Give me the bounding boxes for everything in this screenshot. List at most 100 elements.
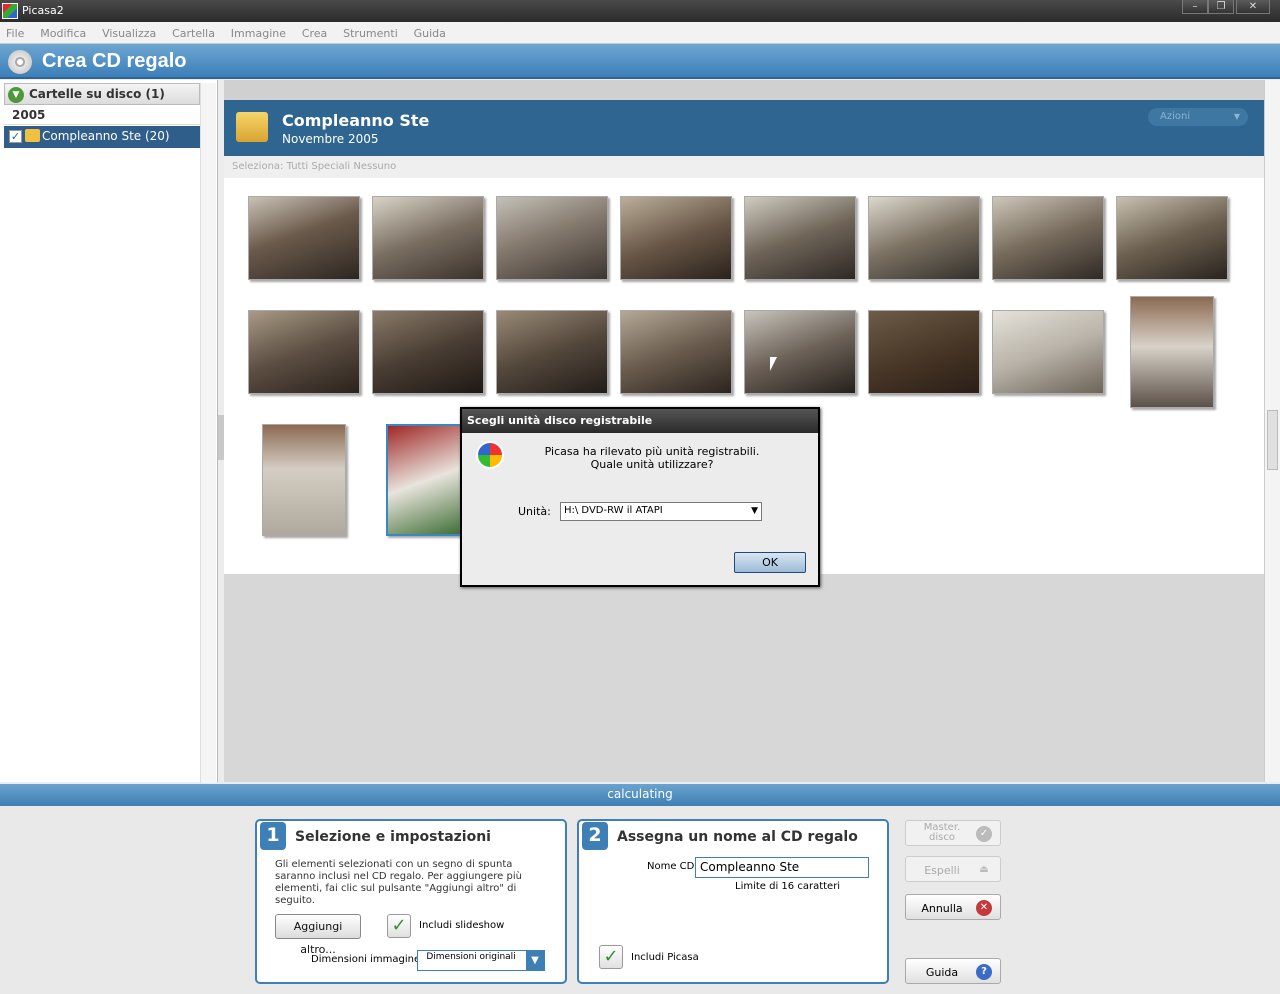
menu-bar: File Modifica Visualizza Cartella Immagi… bbox=[0, 22, 1280, 44]
menu-visualizza[interactable]: Visualizza bbox=[102, 27, 156, 40]
step2-title: Assegna un nome al CD regalo bbox=[617, 829, 858, 845]
check-icon: ✓ bbox=[976, 826, 992, 842]
step1-number: 1 bbox=[260, 822, 286, 850]
folder-header: Compleanno Ste Novembre 2005 Azioni ▼ bbox=[224, 100, 1264, 156]
eject-icon: ⏏ bbox=[979, 864, 989, 875]
folder-icon bbox=[25, 129, 40, 142]
picasa-icon bbox=[476, 441, 504, 469]
actions-dropdown[interactable]: Azioni ▼ bbox=[1148, 108, 1248, 126]
photo-thumbnail[interactable] bbox=[248, 310, 360, 394]
disk-folders-label: Cartelle su disco (1) bbox=[29, 87, 165, 101]
folder-date: Novembre 2005 bbox=[282, 132, 379, 146]
step1-title: Selezione e impostazioni bbox=[295, 829, 491, 845]
include-slideshow-checkbox[interactable]: ✓ bbox=[387, 914, 411, 938]
step1-panel: 1 Selezione e impostazioni Gli elementi … bbox=[255, 819, 567, 984]
photo-thumbnail[interactable] bbox=[744, 196, 856, 280]
cd-name-limit: Limite di 16 caratteri bbox=[735, 881, 841, 892]
photo-thumbnail[interactable] bbox=[992, 196, 1104, 280]
menu-crea[interactable]: Crea bbox=[302, 27, 327, 40]
folder-icon bbox=[236, 112, 268, 142]
photo-thumbnail[interactable] bbox=[620, 196, 732, 280]
image-size-label: Dimensioni immagine bbox=[311, 954, 421, 965]
dialog-message-line1: Picasa ha rilevato più unità registrabil… bbox=[544, 445, 760, 458]
ok-button[interactable]: OK bbox=[734, 552, 806, 573]
photo-thumbnail[interactable] bbox=[372, 310, 484, 394]
choose-drive-dialog: Scegli unità disco registrabile Picasa h… bbox=[460, 407, 820, 587]
select-all-link[interactable]: Tutti bbox=[287, 161, 309, 172]
cd-name-input[interactable]: Compleanno Ste bbox=[695, 857, 869, 878]
folder-item-compleanno-ste[interactable]: ✓ Compleanno Ste (20) bbox=[4, 126, 200, 148]
step2-panel: 2 Assegna un nome al CD regalo Nome CD C… bbox=[577, 819, 889, 984]
eject-button[interactable]: Espelli ⏏ bbox=[905, 856, 1001, 882]
picasa-logo-icon bbox=[2, 3, 18, 19]
photo-thumbnail[interactable] bbox=[744, 310, 856, 394]
selection-bar: Seleziona: Tutti Speciali Nessuno bbox=[224, 156, 1264, 178]
actions-label: Azioni bbox=[1160, 111, 1191, 122]
photo-thumbnail[interactable] bbox=[496, 196, 608, 280]
menu-immagine[interactable]: Immagine bbox=[231, 27, 286, 40]
help-button[interactable]: Guida ? bbox=[905, 958, 1001, 984]
folder-checkbox[interactable]: ✓ bbox=[9, 130, 22, 143]
top-strip bbox=[224, 80, 1264, 100]
close-button[interactable]: ✕ bbox=[1236, 0, 1270, 14]
disk-folders-header[interactable]: ▼ Cartelle su disco (1) bbox=[4, 83, 200, 105]
photo-thumbnail[interactable] bbox=[1116, 196, 1228, 280]
chevron-down-icon[interactable]: ▼ bbox=[526, 951, 544, 970]
menu-strumenti[interactable]: Strumenti bbox=[343, 27, 398, 40]
cancel-x-icon: ✕ bbox=[976, 900, 992, 916]
dialog-message-line2: Quale unità utilizzare? bbox=[590, 458, 714, 471]
photo-thumbnail[interactable] bbox=[620, 310, 732, 394]
include-slideshow-label: Includi slideshow bbox=[419, 920, 505, 931]
drive-label: Unità: bbox=[518, 505, 551, 518]
folder-list-panel: ▼ Cartelle su disco (1) 2005 ✓ Compleann… bbox=[0, 80, 218, 783]
photo-thumbnail[interactable] bbox=[868, 196, 980, 280]
main-scrollbar[interactable] bbox=[1264, 80, 1280, 782]
add-more-button[interactable]: Aggiungi altro... bbox=[275, 914, 361, 956]
cd-icon bbox=[8, 50, 32, 74]
help-icon: ? bbox=[976, 964, 992, 980]
include-picasa-checkbox[interactable]: ✓ bbox=[599, 945, 623, 969]
status-bar: calculating bbox=[0, 784, 1280, 806]
image-size-select[interactable]: Dimensioni originali ▼ bbox=[417, 950, 545, 971]
photo-thumbnail[interactable] bbox=[372, 196, 484, 280]
photo-thumbnail[interactable] bbox=[496, 310, 608, 394]
step1-description: Gli elementi selezionati con un segno di… bbox=[275, 859, 522, 906]
include-picasa-label: Includi Picasa bbox=[631, 952, 699, 963]
bottom-panel: 1 Selezione e impostazioni Gli elementi … bbox=[0, 806, 1280, 994]
photo-thumbnail[interactable] bbox=[992, 310, 1104, 394]
maximize-button[interactable]: ❐ bbox=[1208, 0, 1234, 14]
drive-value: H:\ DVD-RW il ATAPI bbox=[564, 505, 663, 516]
select-none-link[interactable]: Nessuno bbox=[353, 161, 396, 172]
mode-banner: Crea CD regalo bbox=[0, 44, 1280, 79]
window-title: Picasa2 bbox=[22, 4, 64, 17]
master-disc-button[interactable]: Master. disco ✓ bbox=[905, 820, 1001, 846]
select-special-link[interactable]: Speciali bbox=[311, 161, 350, 172]
scrollbar-thumb[interactable] bbox=[1267, 410, 1278, 470]
left-scrollbar[interactable] bbox=[200, 83, 216, 783]
year-label: 2005 bbox=[12, 108, 46, 122]
menu-cartella[interactable]: Cartella bbox=[172, 27, 215, 40]
photo-thumbnail-selected[interactable] bbox=[386, 424, 470, 536]
minimize-button[interactable]: – bbox=[1182, 0, 1208, 14]
menu-file[interactable]: File bbox=[6, 27, 24, 40]
drive-select[interactable]: H:\ DVD-RW il ATAPI ▼ bbox=[560, 502, 762, 521]
cancel-button[interactable]: Annulla ✕ bbox=[905, 894, 1001, 920]
chevron-down-icon: ▼ bbox=[1233, 112, 1240, 121]
cd-name-label: Nome CD bbox=[647, 861, 695, 872]
photo-thumbnail[interactable] bbox=[868, 310, 980, 394]
photo-thumbnail[interactable] bbox=[262, 424, 346, 536]
select-label: Seleziona: bbox=[232, 161, 284, 172]
menu-guida[interactable]: Guida bbox=[414, 27, 446, 40]
mouse-cursor-icon bbox=[770, 357, 777, 371]
chevron-down-icon[interactable]: ▼ bbox=[751, 506, 758, 516]
title-bar: Picasa2 – ❐ ✕ bbox=[0, 0, 1280, 22]
help-label: Guida bbox=[925, 966, 959, 979]
collapse-chevron-icon[interactable]: ▼ bbox=[8, 87, 24, 103]
photo-thumbnail[interactable] bbox=[248, 196, 360, 280]
master-disc-label: Master. disco bbox=[923, 822, 961, 843]
banner-title: Crea CD regalo bbox=[42, 50, 187, 72]
photo-thumbnail[interactable] bbox=[1130, 296, 1214, 408]
eject-label: Espelli bbox=[924, 864, 960, 877]
folder-item-label: Compleanno Ste (20) bbox=[42, 129, 170, 143]
menu-modifica[interactable]: Modifica bbox=[40, 27, 86, 40]
